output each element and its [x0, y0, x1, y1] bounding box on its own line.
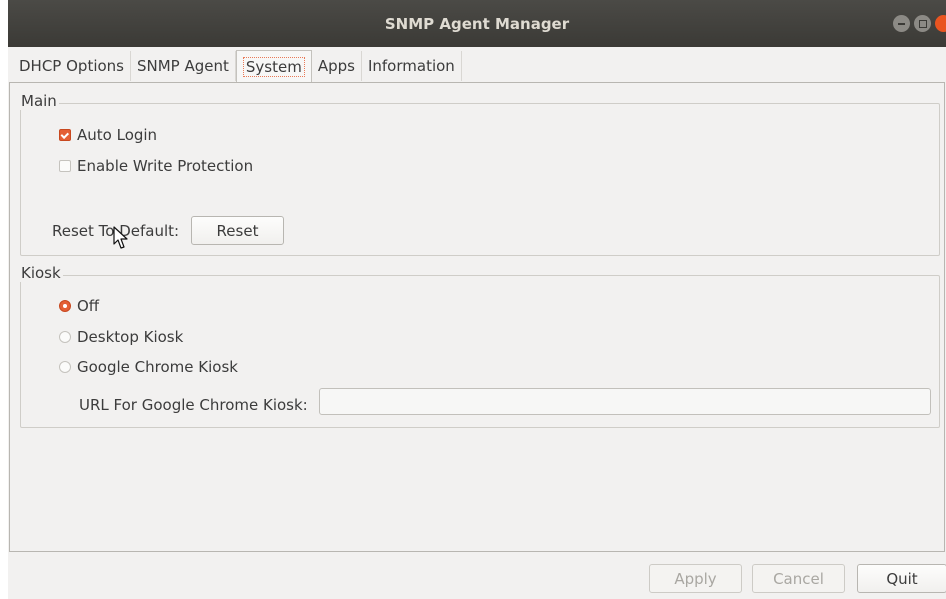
- window-title: SNMP Agent Manager: [384, 14, 570, 33]
- tab-snmp-agent[interactable]: SNMP Agent: [131, 51, 236, 81]
- kiosk-option-off[interactable]: Off: [59, 297, 99, 315]
- write-protection-checkbox[interactable]: [59, 160, 71, 172]
- tab-bar: DHCP Options SNMP Agent System Apps Info…: [13, 50, 462, 82]
- kiosk-chrome-label: Google Chrome Kiosk: [77, 358, 238, 376]
- kiosk-off-radio[interactable]: [59, 300, 71, 312]
- write-protection-label: Enable Write Protection: [77, 157, 254, 175]
- window-controls: [893, 15, 946, 32]
- auto-login-checkbox[interactable]: [59, 129, 71, 141]
- tab-label: DHCP Options: [19, 57, 124, 75]
- kiosk-legend: Kiosk: [19, 264, 63, 282]
- mouse-pointer-icon: [113, 226, 128, 249]
- tab-system[interactable]: System: [235, 50, 312, 82]
- title-bar[interactable]: SNMP Agent Manager: [8, 0, 946, 47]
- maximize-icon[interactable]: [914, 15, 931, 32]
- kiosk-off-label: Off: [77, 297, 100, 315]
- write-protection-checkbox-row[interactable]: Enable Write Protection: [59, 157, 253, 175]
- kiosk-desktop-label: Desktop Kiosk: [77, 328, 184, 346]
- minimize-icon[interactable]: [893, 15, 910, 32]
- auto-login-checkbox-row[interactable]: Auto Login: [59, 126, 157, 144]
- reset-button[interactable]: Reset: [191, 216, 284, 245]
- auto-login-label: Auto Login: [77, 126, 158, 144]
- cancel-button[interactable]: Cancel: [752, 564, 845, 593]
- main-legend: Main: [19, 92, 59, 110]
- tab-label: System: [242, 56, 305, 77]
- quit-button[interactable]: Quit: [857, 564, 946, 593]
- chrome-url-input[interactable]: [319, 388, 931, 415]
- tab-label: Information: [367, 57, 455, 75]
- tab-label: Apps: [317, 57, 355, 75]
- tab-dhcp-options[interactable]: DHCP Options: [13, 51, 131, 81]
- tab-label: SNMP Agent: [137, 57, 229, 75]
- tab-information[interactable]: Information: [362, 51, 462, 81]
- chrome-url-label: URL For Google Chrome Kiosk:: [79, 396, 308, 414]
- main-frame: Main Auto Login Enable Write Protection …: [19, 92, 940, 256]
- kiosk-frame: Kiosk Off Desktop Kiosk Google Chrome Ki…: [19, 264, 940, 428]
- kiosk-option-chrome[interactable]: Google Chrome Kiosk: [59, 358, 238, 376]
- apply-button[interactable]: Apply: [649, 564, 742, 593]
- system-tab-panel: Main Auto Login Enable Write Protection …: [9, 82, 945, 552]
- close-icon[interactable]: [935, 15, 946, 32]
- tab-apps[interactable]: Apps: [312, 51, 362, 81]
- kiosk-desktop-radio[interactable]: [59, 331, 71, 343]
- kiosk-chrome-radio[interactable]: [59, 361, 71, 373]
- kiosk-option-desktop[interactable]: Desktop Kiosk: [59, 328, 183, 346]
